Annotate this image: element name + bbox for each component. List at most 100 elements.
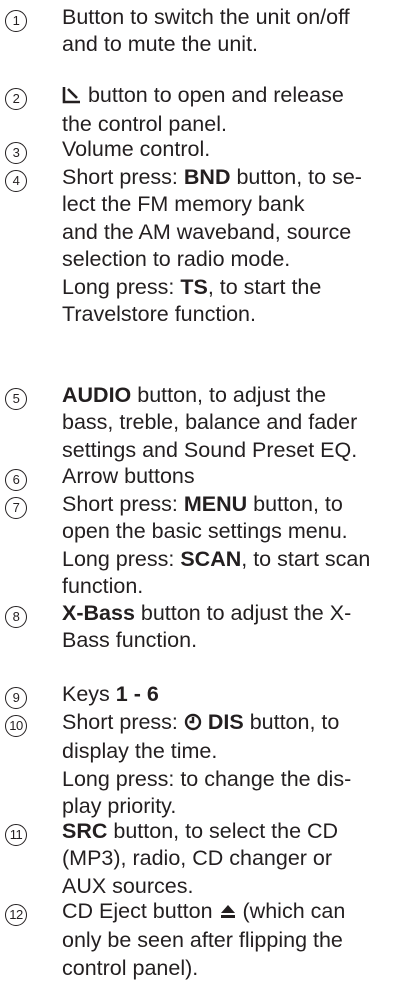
bold-label: SRC [62,819,108,843]
description-line: and to mute the unit. [62,31,392,58]
item-description: Short press: BND button, to se-lect the … [62,164,392,328]
description-line: Bass function. [62,627,392,654]
description-line: settings and Sound Preset EQ. [62,437,392,464]
item-description: Volume control. [62,136,392,163]
description-line: play priority. [62,793,392,820]
description-line: Arrow buttons [62,463,392,490]
description-line: and the AM waveband, source [62,219,392,246]
line-text: CD Eject button [62,899,219,923]
bold-label: TS [180,274,208,299]
description-line: Button to switch the unit on/off [62,4,392,31]
item-description: Short press: DIS button, to display the t… [62,709,392,821]
item-description: Arrow buttons [62,463,392,490]
item-number-badge: 5 [5,388,27,410]
description-line: Keys 1 - 6 [62,681,392,708]
line-text: Long press: [62,546,181,571]
line-text: Bass function. [62,628,198,653]
item-description: Short press: MENU button, to open the bas… [62,491,392,601]
line-text: button, to select the CD [107,819,339,843]
line-text: Volume control. [62,137,211,161]
description-line: X-Bass button to adjust the X- [62,600,392,627]
line-text: lect the FM memory bank [62,192,305,217]
line-text: function. [62,574,144,599]
item-number-badge: 2 [5,88,27,110]
item-number-badge: 1 [5,10,27,32]
item-description: Keys 1 - 6 [62,681,392,708]
item-description: Button to switch the unit on/off and to m… [62,4,392,59]
clock-icon [184,711,202,738]
manual-page: 1 Button to switch the unit on/off and to … [0,0,398,983]
description-line: Volume control. [62,136,392,163]
line-text: Long press: [62,274,181,299]
description-line: Long press: TS, to start the [62,274,392,301]
description-line: control panel). [62,955,392,982]
line-text: Arrow buttons [62,464,195,488]
line-text: button to open and release [82,83,344,107]
line-text: button, to [247,492,343,516]
line-text: bass, treble, balance and fader [62,410,358,435]
line-text: button, to [243,710,340,734]
item-description: CD Eject button (which can only be seen a… [62,898,392,982]
description-line: open the basic settings menu. [62,518,392,545]
item-description: X-Bass button to adjust the X- Bass funct… [62,600,392,655]
description-line: selection to radio mode. [62,246,392,273]
description-line: AUDIO button, to adjust the [62,382,392,409]
line-text: button, to se- [230,165,362,189]
line-text: and the AM waveband, source [62,219,352,244]
description-line: the control panel. [62,111,392,138]
panel-release-icon [62,84,82,111]
line-text: , to start the [207,274,322,299]
line-text: Button to switch the unit on/off [62,5,350,29]
item-number-badge: 7 [5,497,27,519]
item-number-badge: 8 [5,606,27,628]
line-text: (MP3), radio, CD changer or [62,846,333,871]
item-description: button to open and release the control pa… [62,82,392,139]
line-text: (which can [236,899,346,923]
description-line: Long press: SCAN, to start scan [62,546,392,573]
item-number-badge: 4 [5,170,27,192]
description-line: AUX sources. [62,873,392,900]
line-text: settings and Sound Preset EQ. [62,437,358,462]
item-number-badge: 9 [5,687,27,709]
item-number-badge: 11 [5,824,27,846]
item-number-badge: 12 [5,904,27,926]
description-line: Long press: to change the dis- [62,766,392,793]
line-text: only be seen after flipping the [62,928,343,953]
bold-label: SCAN [180,546,242,571]
description-line: lect the FM memory bank [62,191,392,218]
description-line: bass, treble, balance and fader [62,409,392,436]
description-line: (MP3), radio, CD changer or [62,845,392,872]
line-text: the control panel. [62,112,227,137]
bold-label: 1 - 6 [115,682,159,706]
bold-label: AUDIO [62,383,132,407]
bold-label: X-Bass [62,601,135,625]
eject-icon [219,900,237,927]
description-line: Short press: MENU button, to [62,491,392,518]
item-number-badge: 6 [5,469,27,491]
line-text: Travelstore function. [62,302,256,327]
line-text: Short press: [62,710,184,734]
description-line: display the time. [62,738,392,765]
line-text: AUX sources. [62,873,194,898]
item-number-badge: 10 [5,715,27,737]
bold-label: BND [183,165,231,189]
description-line: button to open and release [62,82,392,111]
line-text: Short press: [62,492,184,516]
line-text: Long press: to change the dis- [62,766,352,791]
line-text: control panel). [62,955,199,980]
line-text: Short press: [62,165,184,189]
line-text: button to adjust the X- [134,601,352,625]
line-text: , to start scan [241,546,371,571]
description-line: Short press: DIS button, to [62,709,392,738]
line-text: display the time. [62,739,218,764]
description-line: Travelstore function. [62,301,392,328]
item-number-badge: 3 [5,142,27,164]
bold-label: MENU [183,492,248,516]
line-text: play priority. [62,794,177,819]
description-line: only be seen after flipping the [62,927,392,954]
description-line: SRC button, to select the CD [62,818,392,845]
item-description: AUDIO button, to adjust the bass, treble,… [62,382,392,464]
description-line: CD Eject button (which can [62,898,392,927]
line-text: Keys [62,682,116,706]
line-text: and to mute the unit. [62,32,259,57]
